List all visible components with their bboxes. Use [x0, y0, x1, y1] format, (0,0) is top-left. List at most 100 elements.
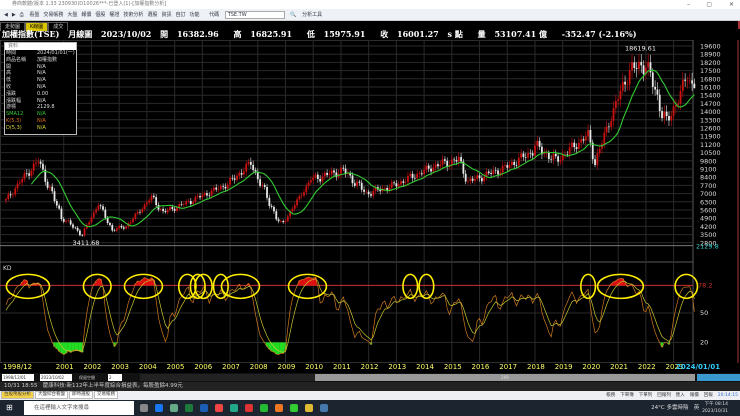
- toolbar-menu-item[interactable]: 權證: [109, 12, 119, 18]
- back-icon[interactable]: ◀: [4, 12, 8, 18]
- from-date-select[interactable]: 1998/12/01: [2, 374, 34, 381]
- status-item[interactable]: 帳務: [606, 393, 615, 398]
- candle-body: [596, 153, 599, 165]
- candle-body: [658, 94, 661, 111]
- candle-body: [453, 159, 456, 161]
- outlook-icon[interactable]: [200, 404, 208, 412]
- toolbar-menu-item[interactable]: 選股: [147, 12, 157, 18]
- settings-icon[interactable]: [140, 404, 148, 412]
- candle-body: [686, 80, 689, 82]
- kd-tick-label: 20: [700, 338, 708, 346]
- x-tick-label: 2011: [332, 363, 351, 371]
- bottom-tab-account[interactable]: 交易帳務: [94, 391, 118, 399]
- line-icon[interactable]: [290, 404, 298, 412]
- candle-body: [310, 180, 312, 183]
- candle-body: [180, 204, 183, 205]
- candle-body: [298, 196, 301, 200]
- status-time: 20:14:15: [717, 393, 738, 398]
- scrollbar-thumb[interactable]: 299: [315, 374, 695, 381]
- folder-icon[interactable]: [305, 404, 313, 412]
- candle-body: [358, 181, 361, 183]
- candle-body: [171, 207, 174, 209]
- kline-chart[interactable]: 1960018900182001750016800161001540014700…: [0, 40, 740, 363]
- toolbar-menu-item[interactable]: 看盤: [29, 12, 39, 18]
- candle-body: [219, 186, 222, 190]
- candle-body: [159, 208, 162, 210]
- windows-start-icon[interactable]: ⊞: [6, 403, 13, 412]
- to-date-select[interactable]: 2023/10/02: [40, 374, 72, 381]
- status-item[interactable]: 回報列: [657, 393, 671, 398]
- maximize-button[interactable]: ▢: [706, 0, 712, 9]
- y-tick-label: 10500: [700, 149, 721, 157]
- candle-body: [356, 181, 359, 186]
- toolbar-menu-item[interactable]: 報價: [81, 12, 91, 18]
- bottom-tab-screener[interactable]: 即時選股: [69, 391, 93, 399]
- candle-body: [661, 110, 663, 119]
- app-icon[interactable]: [230, 404, 238, 412]
- status-item[interactable]: 回報: [704, 393, 713, 398]
- minimize-button[interactable]: –: [687, 0, 690, 9]
- bottom-tab-market[interactable]: 大盤綜合看盤: [35, 391, 68, 399]
- candle-body: [231, 177, 234, 179]
- y-tick-label: 8400: [700, 174, 717, 182]
- candle-body: [642, 65, 645, 75]
- forward-icon[interactable]: ▶: [12, 12, 16, 18]
- status-bar: 帳務 下單簿 下單列 回報列 匯入 報價 回報 20:14:15: [601, 391, 738, 400]
- candle-body: [277, 219, 280, 222]
- toolbar-menu-item[interactable]: 資訊: [161, 12, 171, 18]
- x-tick-label: 2017: [499, 363, 518, 371]
- keep-space-input[interactable]: 2: [108, 374, 122, 381]
- search-icon[interactable]: 🔍: [290, 12, 296, 18]
- clock[interactable]: 下午 08:14 2023/10/31: [702, 401, 728, 415]
- y-tick-label: 17500: [700, 67, 721, 75]
- toolbar-menu-item[interactable]: 大盤: [67, 12, 77, 18]
- status-item[interactable]: 下單簿: [620, 393, 634, 398]
- news-ticker[interactable]: 10/31 18:55 慶康科技:新112年上半年度綜合損益表，每股盈餘4.99…: [0, 382, 740, 391]
- candle-body: [638, 61, 640, 69]
- bottom-tab-analysis[interactable]: 台股幣股分析: [1, 391, 34, 399]
- ime-indicator[interactable]: 英: [694, 405, 700, 411]
- weather[interactable]: 24°C 多雲時陰: [651, 405, 688, 411]
- app-icon[interactable]: [320, 404, 328, 412]
- analysis-tools-button[interactable]: 分析工具: [302, 12, 322, 18]
- close-button[interactable]: ✕: [729, 0, 734, 9]
- candle-body: [245, 163, 248, 172]
- y-tick-label: 12600: [700, 125, 721, 133]
- candle-body: [134, 213, 137, 219]
- candle-body: [513, 161, 516, 165]
- status-item[interactable]: 報價: [690, 393, 699, 398]
- zoom-tools[interactable]: [697, 374, 740, 381]
- y-tick-label: 16800: [700, 75, 721, 83]
- candle-body: [182, 204, 185, 205]
- symbol-input[interactable]: TSE.TW: [224, 10, 285, 19]
- candle-body: [527, 153, 529, 158]
- taskbar-search[interactable]: 在這裡輸入文字來搜尋: [24, 401, 134, 415]
- app-icon[interactable]: [170, 404, 178, 412]
- facebook-icon[interactable]: [155, 404, 163, 412]
- toolbar-menu-item[interactable]: 個股: [95, 12, 105, 18]
- y-tick-label: 14000: [700, 108, 721, 116]
- candle-body: [136, 211, 139, 214]
- toolbar-menu-item[interactable]: 技術分析: [123, 12, 143, 18]
- candle-body: [97, 205, 100, 210]
- wechat-icon[interactable]: [260, 404, 268, 412]
- candle-body: [25, 173, 28, 174]
- candle-body: [397, 184, 400, 187]
- toolbar-menu-item[interactable]: 交易帳務: [43, 12, 63, 18]
- chrome-icon[interactable]: [215, 404, 223, 412]
- excel-icon[interactable]: [185, 404, 193, 412]
- candle-body: [192, 202, 195, 205]
- row-value: N/A: [37, 83, 46, 90]
- firefox-icon[interactable]: [275, 404, 283, 412]
- candle-body: [353, 183, 356, 186]
- app-icon[interactable]: [245, 404, 253, 412]
- kd-oversold-fill: [60, 342, 63, 354]
- print-icon[interactable]: ⎙: [20, 12, 24, 18]
- status-item[interactable]: 匯入: [676, 393, 685, 398]
- status-item[interactable]: 下單列: [639, 393, 653, 398]
- toolbar-menu-item[interactable]: 自訂: [175, 12, 185, 18]
- data-window-header: 資料: [5, 43, 76, 50]
- candle-body: [437, 164, 439, 167]
- candle-body: [88, 222, 91, 225]
- toolbar-menu-item[interactable]: 功能: [189, 12, 199, 18]
